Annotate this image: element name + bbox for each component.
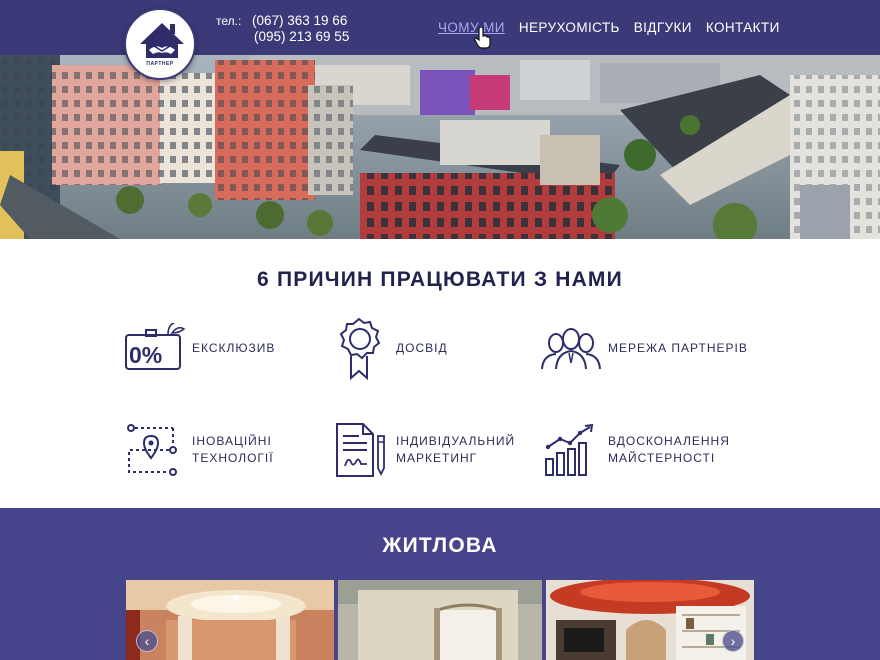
reasons-title: 6 ПРИЧИН ПРАЦЮВАТИ З НАМИ <box>257 268 623 291</box>
city-aerial-image <box>0 55 880 239</box>
residential-title: ЖИТЛОВА <box>382 534 498 557</box>
reason-label: ІНДИВІДУАЛЬНИЙ МАРКЕТИНГ <box>396 434 516 465</box>
slide-image-3[interactable] <box>546 580 754 660</box>
reason-item-experience: ДОСВІД <box>328 316 448 380</box>
residential-section: ЖИТЛОВА ‹ › <box>0 508 880 660</box>
reason-item-partner-network: МЕРЕЖА ПАРТНЕРІВ <box>540 316 748 380</box>
reason-item-exclusive: 0% ЕКСКЛЮЗИВ <box>124 316 275 380</box>
people-group-icon <box>540 316 602 380</box>
slider-prev-button[interactable]: ‹ <box>136 630 158 652</box>
nav-item-reviews[interactable]: ВІДГУКИ <box>634 20 692 35</box>
svg-text:0%: 0% <box>129 342 162 368</box>
nav-item-real-estate[interactable]: НЕРУХОМІСТЬ <box>519 20 620 35</box>
reason-label: ЕКСКЛЮЗИВ <box>192 340 276 355</box>
award-ribbon-icon <box>328 316 390 380</box>
reason-label: МЕРЕЖА ПАРТНЕРІВ <box>608 340 748 355</box>
reason-item-mastery: ВДОСКОНАЛЕННЯ МАЙСТЕРНОСТІ <box>540 418 730 482</box>
reason-item-individual-marketing: ІНДИВІДУАЛЬНИЙ МАРКЕТИНГ <box>328 418 515 482</box>
slider-next-button[interactable]: › <box>722 630 744 652</box>
interior-photo-3 <box>546 580 754 660</box>
interior-photo-1 <box>126 580 334 660</box>
phone-number-2[interactable]: (095) 213 69 55 <box>254 29 349 44</box>
zero-percent-icon: 0% <box>124 316 186 380</box>
reason-label: ІНОВАЦІЙНІ ТЕХНОЛОГІЇ <box>192 434 274 465</box>
logo[interactable]: ПАРТНЕР <box>124 8 196 80</box>
phone-number-1[interactable]: (067) 363 19 66 <box>252 13 347 28</box>
chevron-left-icon: ‹ <box>144 633 150 649</box>
growth-chart-icon <box>540 418 602 482</box>
reason-label: ДОСВІД <box>396 340 448 355</box>
property-slider <box>126 580 754 660</box>
chevron-right-icon: › <box>730 633 736 649</box>
phone-block: тел.: (067) 363 19 66 (095) 213 69 55 <box>216 13 349 44</box>
logo-caption: ПАРТНЕР <box>146 61 174 67</box>
reason-item-innovative-tech: ІНОВАЦІЙНІ ТЕХНОЛОГІЇ <box>124 418 274 482</box>
interior-photo-2 <box>338 580 542 660</box>
slide-image-1[interactable] <box>126 580 334 660</box>
nav-item-contacts[interactable]: КОНТАКТИ <box>706 20 780 35</box>
hero-city-photo <box>0 55 880 239</box>
phone-prefix: тел.: <box>216 14 242 28</box>
route-map-icon <box>124 418 186 482</box>
hand-cursor-icon <box>474 27 491 49</box>
reasons-section: 6 ПРИЧИН ПРАЦЮВАТИ З НАМИ 0% ЕКСКЛЮЗИВ Д… <box>0 239 880 508</box>
document-pen-icon <box>328 418 390 482</box>
slide-image-2[interactable] <box>338 580 542 660</box>
reason-label: ВДОСКОНАЛЕННЯ МАЙСТЕРНОСТІ <box>608 434 730 465</box>
nav-item-why-us[interactable]: ЧОМУ МИ <box>438 20 505 35</box>
